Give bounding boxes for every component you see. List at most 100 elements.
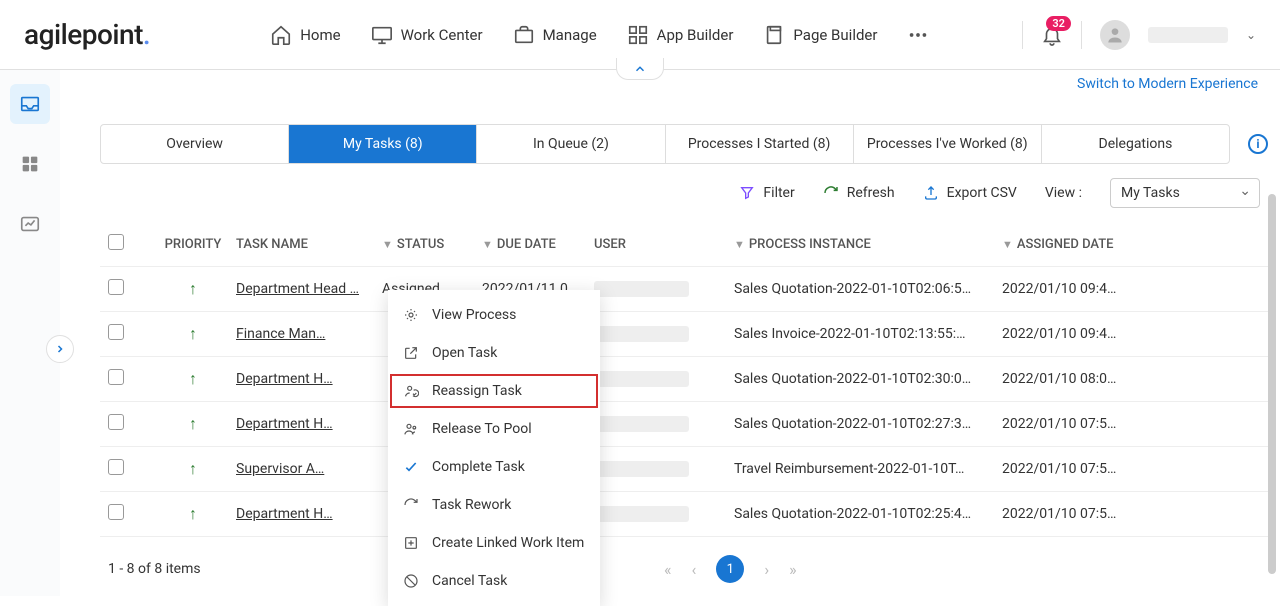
task-name-link[interactable]: Department H…	[236, 371, 333, 387]
sidebar-item-inbox[interactable]	[10, 84, 50, 124]
tab-overview[interactable]: Overview	[101, 125, 289, 163]
menu-task-rework[interactable]: Task Rework	[388, 486, 600, 524]
col-status[interactable]: ▼STATUS	[382, 237, 482, 252]
reassign-icon	[402, 382, 420, 400]
assigned-date-cell: 2022/01/10 07:5…	[1002, 416, 1142, 432]
page-first[interactable]: «	[664, 560, 672, 579]
rework-icon	[402, 496, 420, 514]
menu-cancel-task[interactable]: Cancel Task	[388, 562, 600, 600]
filter-button[interactable]: Filter	[739, 185, 794, 201]
menu-release-to-pool[interactable]: Release To Pool	[388, 410, 600, 448]
nav-work-center[interactable]: Work Center	[371, 24, 483, 46]
pagination: « ‹ 1 › »	[664, 555, 797, 583]
divider	[1022, 21, 1023, 49]
inbox-icon	[19, 93, 41, 115]
col-priority[interactable]: PRIORITY	[150, 237, 236, 252]
info-icon[interactable]: i	[1248, 134, 1268, 154]
main-content: Switch to Modern Experience Overview My …	[60, 70, 1280, 596]
view-select[interactable]: My Tasks	[1110, 178, 1260, 208]
col-due-date[interactable]: ▼DUE DATE	[482, 237, 594, 252]
menu-view-process[interactable]: View Process	[388, 296, 600, 334]
refresh-label: Refresh	[847, 185, 895, 201]
task-name-link[interactable]: Department Head …	[236, 281, 359, 297]
menu-reassign-task[interactable]: Reassign Task	[388, 372, 600, 410]
tab-processes-started[interactable]: Processes I Started (8)	[666, 125, 854, 163]
page-next[interactable]: ›	[764, 560, 769, 579]
notifications[interactable]: 32	[1041, 24, 1063, 46]
nav-more[interactable]	[907, 24, 929, 46]
row-checkbox[interactable]	[108, 279, 124, 295]
user-icon	[1105, 25, 1125, 45]
sidebar-item-apps[interactable]	[10, 144, 50, 184]
table-row[interactable]: ↑Department Head …Assigned2022/01/11 0…S…	[100, 267, 1268, 312]
row-checkbox[interactable]	[108, 414, 124, 430]
user-redacted	[594, 506, 689, 522]
sidebar	[0, 70, 60, 596]
user-name-redacted	[1148, 27, 1228, 43]
scrollbar[interactable]	[1268, 194, 1276, 574]
select-all-checkbox[interactable]	[108, 234, 124, 250]
filter-icon	[739, 185, 755, 201]
task-name-link[interactable]: Finance Man…	[236, 326, 325, 342]
process-instance-cell: Sales Invoice-2022-01-10T02:13:55:…	[734, 326, 1002, 342]
export-icon	[923, 185, 939, 201]
assigned-date-cell: 2022/01/10 07:5…	[1002, 506, 1142, 522]
apps-icon	[19, 153, 41, 175]
task-name-link[interactable]: Department H…	[236, 416, 333, 432]
context-menu: View Process Open Task Reassign Task Rel…	[388, 290, 600, 606]
page-last[interactable]: »	[789, 560, 797, 579]
table-row[interactable]: ↑Supervisor A…/11 0…Travel Reimbursement…	[100, 447, 1268, 492]
switch-experience-link[interactable]: Switch to Modern Experience	[1077, 76, 1258, 92]
create-linked-icon	[402, 534, 420, 552]
process-instance-cell: Sales Quotation-2022-01-10T02:30:0…	[734, 371, 1002, 387]
menu-create-linked-work-item[interactable]: Create Linked Work Item	[388, 524, 600, 562]
tab-processes-worked[interactable]: Processes I've Worked (8)	[854, 125, 1042, 163]
nav-page-builder[interactable]: Page Builder	[763, 24, 877, 46]
table-row[interactable]: ↑Department H…/11 0…Sales Quotation-2022…	[100, 357, 1268, 402]
priority-up-icon: ↑	[189, 414, 197, 433]
menu-open-task[interactable]: Open Task	[388, 334, 600, 372]
nav-work-center-label: Work Center	[401, 26, 483, 44]
open-icon	[402, 344, 420, 362]
page-icon	[763, 24, 785, 46]
table-row[interactable]: ↑Finance Man…/11 0…Sales Invoice-2022-01…	[100, 312, 1268, 357]
table-row[interactable]: ↑Department H…/11 0…Sales Quotation-2022…	[100, 492, 1268, 537]
col-task-name[interactable]: TASK NAME	[236, 237, 382, 252]
row-checkbox[interactable]	[108, 369, 124, 385]
table-header: PRIORITY TASK NAME ▼STATUS ▼DUE DATE USE…	[100, 222, 1268, 267]
page-prev[interactable]: ‹	[692, 560, 697, 579]
tab-my-tasks[interactable]: My Tasks (8)	[289, 125, 477, 163]
nav-page-builder-label: Page Builder	[793, 26, 877, 44]
chart-icon	[19, 213, 41, 235]
task-name-link[interactable]: Department H…	[236, 506, 333, 522]
sidebar-item-analytics[interactable]	[10, 204, 50, 244]
col-user[interactable]: USER	[594, 237, 734, 252]
export-csv-button[interactable]: Export CSV	[923, 185, 1017, 201]
menu-complete-task[interactable]: Complete Task	[388, 448, 600, 486]
nav-home[interactable]: Home	[270, 24, 340, 46]
refresh-button[interactable]: Refresh	[823, 185, 895, 201]
col-process-instance[interactable]: ▼PROCESS INSTANCE	[734, 237, 1002, 252]
page-current[interactable]: 1	[716, 555, 744, 583]
priority-up-icon: ↑	[189, 279, 197, 298]
task-name-link[interactable]: Supervisor A…	[236, 461, 324, 477]
tab-delegations[interactable]: Delegations	[1042, 125, 1229, 163]
nav-manage[interactable]: Manage	[513, 24, 597, 46]
collapse-header-handle[interactable]	[616, 58, 664, 80]
avatar[interactable]	[1100, 20, 1130, 50]
user-redacted	[594, 416, 689, 432]
row-checkbox[interactable]	[108, 324, 124, 340]
menu-label: Cancel Task	[432, 573, 507, 589]
row-checkbox[interactable]	[108, 459, 124, 475]
col-assigned-date[interactable]: ▼ASSIGNED DATE	[1002, 237, 1142, 252]
filter-icon: ▼	[482, 238, 493, 251]
toolbar: Filter Refresh Export CSV View : My Task…	[100, 164, 1268, 222]
tab-in-queue[interactable]: In Queue (2)	[477, 125, 665, 163]
table-row[interactable]: ↑Department H…/11 0…Sales Quotation-2022…	[100, 402, 1268, 447]
check-icon	[402, 458, 420, 476]
chevron-down-icon[interactable]: ⌄	[1246, 28, 1256, 42]
view-label: View :	[1045, 185, 1082, 201]
nav-app-builder[interactable]: App Builder	[627, 24, 734, 46]
row-checkbox[interactable]	[108, 504, 124, 520]
menu-label: View Process	[432, 307, 516, 323]
